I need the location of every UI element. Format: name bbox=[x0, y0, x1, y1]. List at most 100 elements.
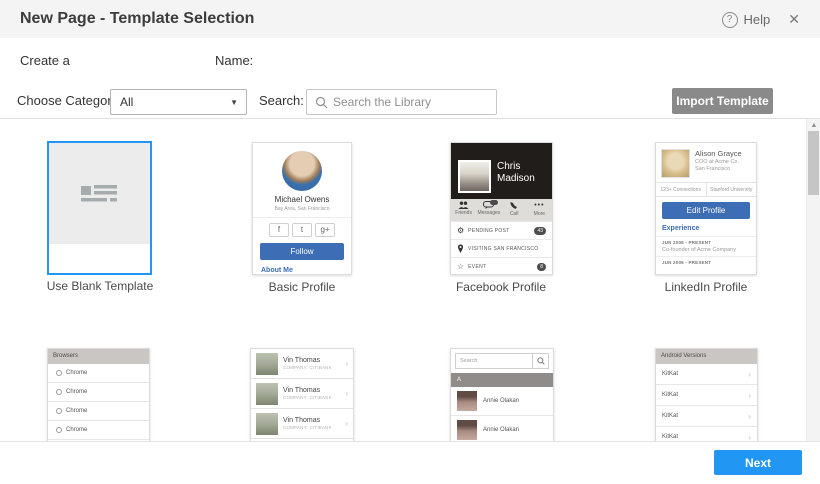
chevron-right-icon: › bbox=[748, 391, 751, 400]
chevron-right-icon: › bbox=[345, 389, 348, 398]
profile-name: Alison Grayce bbox=[695, 149, 742, 158]
template-card-browsers-list[interactable]: Browsers Chrome Chrome Chrome Chrome Chr… bbox=[47, 348, 150, 441]
experience-date: JUN 2006 - PRESENT bbox=[662, 240, 750, 245]
list-item: Chrome bbox=[48, 364, 149, 383]
help-label: Help bbox=[744, 12, 771, 27]
search-label: Search: bbox=[259, 93, 304, 108]
template-card-blank[interactable] bbox=[47, 141, 152, 275]
experience-date: JUN 2006 - PRESENT bbox=[662, 260, 750, 265]
facebook-header: Chris Madison bbox=[451, 143, 552, 199]
dropdown-arrow-icon: ▼ bbox=[230, 98, 246, 107]
template-caption-linkedin-profile: LinkedIn Profile bbox=[626, 280, 786, 294]
template-card-linkedin-profile[interactable]: Alison Grayce COO at Acme Co. San Franci… bbox=[655, 142, 757, 275]
list-item: Chrome bbox=[48, 421, 149, 440]
profile-location: Bay Area, San Francisco bbox=[253, 206, 351, 212]
choose-category-label: Choose Category: bbox=[17, 93, 122, 108]
template-grid: Use Blank Template Michael Owens Bay Are… bbox=[0, 119, 820, 441]
blank-thumbnail bbox=[49, 143, 150, 244]
template-caption-basic-profile: Basic Profile bbox=[222, 280, 382, 294]
gear-icon: ⚙ bbox=[457, 227, 464, 235]
create-a-label: Create a bbox=[20, 53, 70, 68]
avatar bbox=[457, 391, 477, 411]
nav-label: Messages bbox=[476, 210, 501, 216]
template-card-android-versions[interactable]: Android Versions KitKat› KitKat› KitKat›… bbox=[655, 348, 758, 441]
category-select[interactable]: All ▼ bbox=[110, 89, 247, 115]
chevron-right-icon: › bbox=[748, 412, 751, 421]
connections-stat: 123+ Connections bbox=[656, 183, 706, 196]
follow-button: Follow bbox=[260, 243, 344, 260]
list-header: Browsers bbox=[48, 349, 149, 364]
dialog-header: New Page - Template Selection ? Help ✕ bbox=[0, 0, 820, 38]
create-toolbar: Create a page ▼ Name: bbox=[0, 38, 820, 80]
count-badge: 8 bbox=[537, 263, 546, 271]
template-card-contacts-list[interactable]: Vin Thomas COMPANY: CITIBANK › Vin Thoma… bbox=[250, 348, 354, 441]
school-stat: Stanford University bbox=[706, 183, 757, 196]
list-item: Chrome bbox=[48, 402, 149, 421]
search-icon bbox=[532, 354, 548, 368]
close-icon[interactable]: ✕ bbox=[784, 9, 804, 30]
list-header: Android Versions bbox=[656, 349, 757, 364]
template-card-facebook-profile[interactable]: Chris Madison Friends Messages bbox=[450, 142, 553, 275]
fb-row-label: PENDING POST bbox=[468, 228, 530, 234]
fb-row-label: EVENT bbox=[468, 264, 533, 270]
profile-location: San Francisco bbox=[695, 166, 742, 172]
avatar bbox=[661, 149, 690, 178]
chevron-right-icon: › bbox=[345, 359, 348, 368]
list-item: KitKat› bbox=[656, 385, 757, 406]
list-item: Annie Olakan bbox=[451, 416, 553, 441]
call-icon bbox=[509, 201, 519, 210]
friends-icon bbox=[458, 201, 469, 209]
edit-profile-button: Edit Profile bbox=[662, 202, 750, 219]
template-card-basic-profile[interactable]: Michael Owens Bay Area, San Francisco f … bbox=[252, 142, 352, 275]
section-header: A bbox=[451, 373, 553, 387]
list-item: KitKat› bbox=[656, 406, 757, 427]
more-icon: ••• bbox=[527, 201, 552, 210]
mini-search-field: Search bbox=[455, 353, 549, 369]
help-button[interactable]: ? Help bbox=[722, 12, 771, 28]
scroll-up-icon[interactable]: ▲ bbox=[807, 119, 820, 131]
radio-icon bbox=[56, 370, 62, 376]
divider bbox=[253, 217, 351, 218]
about-me-link: About Me bbox=[261, 267, 351, 274]
nav-label: Friends bbox=[451, 210, 476, 216]
messages-badge bbox=[490, 200, 498, 205]
page-title: New Page - Template Selection bbox=[20, 10, 254, 28]
name-label: Name: bbox=[215, 53, 253, 68]
category-value: All bbox=[111, 95, 230, 109]
radio-icon bbox=[56, 408, 62, 414]
location-pin-icon bbox=[457, 244, 464, 253]
template-card-search-list[interactable]: Search A Annie Olakan Annie Olakan bbox=[450, 348, 554, 441]
avatar bbox=[256, 383, 278, 405]
template-selection-dialog: New Page - Template Selection ? Help ✕ C… bbox=[0, 0, 820, 484]
filter-toolbar: Choose Category: All ▼ Search: Import Te… bbox=[0, 80, 820, 119]
avatar bbox=[256, 413, 278, 435]
mini-search-placeholder: Search bbox=[456, 354, 532, 368]
list-item: Chrome bbox=[48, 383, 149, 402]
chevron-right-icon: › bbox=[748, 433, 751, 442]
list-item: Annie Olakan bbox=[451, 387, 553, 416]
list-item: Vin Thomas COMPANY: CITIBANK › bbox=[251, 409, 353, 439]
template-caption-facebook-profile: Facebook Profile bbox=[421, 280, 581, 294]
avatar bbox=[282, 151, 322, 191]
blank-template-icon bbox=[81, 184, 119, 204]
radio-icon bbox=[56, 427, 62, 433]
help-icon: ? bbox=[722, 12, 738, 28]
list-item: Vin Thomas COMPANY: CITIBANK › bbox=[251, 379, 353, 409]
avatar bbox=[256, 353, 278, 375]
scrollbar-thumb[interactable] bbox=[808, 131, 819, 195]
facebook-icon: f bbox=[269, 223, 289, 237]
profile-name: Michael Owens bbox=[253, 195, 351, 204]
count-badge: 43 bbox=[534, 227, 546, 235]
template-caption-blank: Use Blank Template bbox=[20, 279, 180, 293]
fb-row-label: VISITING SAN FRANCISCO bbox=[468, 246, 546, 252]
avatar bbox=[457, 420, 477, 440]
facebook-nav-bar: Friends Messages Call bbox=[451, 199, 552, 221]
library-search-input[interactable] bbox=[307, 90, 496, 114]
list-item: KitKat› bbox=[656, 364, 757, 385]
import-template-button[interactable]: Import Template bbox=[672, 88, 773, 114]
star-icon: ☆ bbox=[457, 263, 464, 271]
experience-heading: Experience bbox=[662, 225, 756, 232]
vertical-scrollbar[interactable]: ▲ bbox=[806, 119, 820, 441]
next-button[interactable]: Next bbox=[714, 450, 802, 475]
profile-role: COO at Acme Co. bbox=[695, 159, 742, 165]
